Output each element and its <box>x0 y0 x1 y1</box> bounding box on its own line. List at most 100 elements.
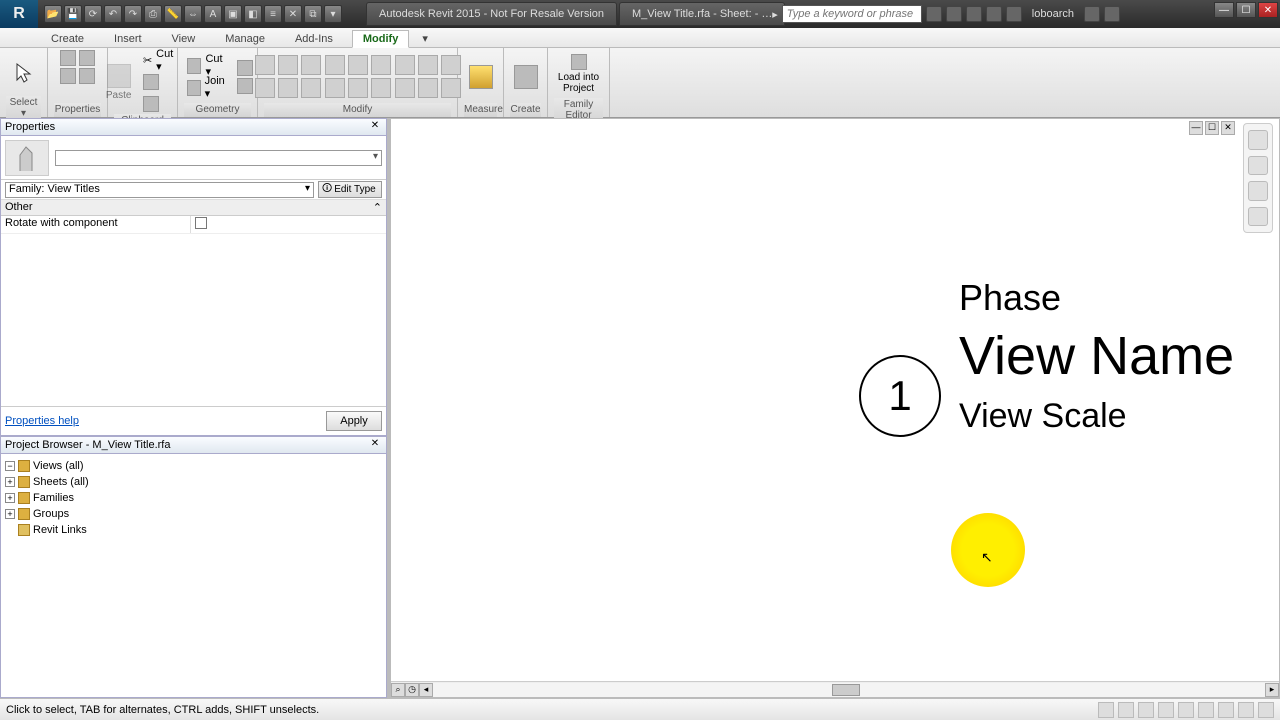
expand-icon[interactable]: − <box>5 461 15 471</box>
family-types-icon[interactable] <box>60 68 76 84</box>
select-links-icon[interactable] <box>1158 702 1174 718</box>
scroll-left-icon[interactable]: ◂ <box>419 683 433 697</box>
editable-only-icon[interactable] <box>1138 702 1154 718</box>
select-underlay-icon[interactable] <box>1178 702 1194 718</box>
create-button[interactable] <box>509 54 543 100</box>
browser-titlebar[interactable]: Project Browser - M_View Title.rfa ✕ <box>0 436 387 454</box>
copy-tool-icon[interactable] <box>278 78 298 98</box>
copy-button[interactable] <box>138 72 182 92</box>
type-dropdown[interactable] <box>55 150 382 166</box>
tab-addins[interactable]: Add-Ins <box>284 30 344 47</box>
minimize-button[interactable]: — <box>1214 2 1234 18</box>
qat-measure-icon[interactable]: 📏 <box>164 5 182 23</box>
tree-views[interactable]: −Views (all) <box>5 458 382 474</box>
vcb-detail-icon[interactable]: ◷ <box>405 683 419 697</box>
qat-section-icon[interactable]: ◧ <box>244 5 262 23</box>
measure-button[interactable] <box>464 54 498 100</box>
view-close-icon[interactable]: ✕ <box>1221 121 1235 135</box>
cut-button[interactable]: ✂Cut ▾ <box>138 50 182 70</box>
qat-text-icon[interactable]: A <box>204 5 222 23</box>
scale-icon[interactable] <box>325 78 345 98</box>
corner-icon[interactable] <box>418 78 438 98</box>
hscroll-track[interactable] <box>433 683 1265 697</box>
expand-icon[interactable]: + <box>5 509 15 519</box>
canvas[interactable]: Phase View Name View Scale 1 ↖ <box>391 119 1279 697</box>
expand-icon[interactable]: + <box>5 477 15 487</box>
tree-families[interactable]: +Families <box>5 490 382 506</box>
favorites-icon[interactable] <box>986 6 1002 22</box>
collapse-icon[interactable]: ⌃ <box>373 201 382 214</box>
browser-close-icon[interactable]: ✕ <box>368 438 382 452</box>
rotate-icon[interactable] <box>301 78 321 98</box>
close-button[interactable]: ✕ <box>1258 2 1278 18</box>
tab-extra-dropdown[interactable]: ▾ <box>417 29 433 47</box>
properties-titlebar[interactable]: Properties ✕ <box>0 118 387 136</box>
unpin-icon[interactable] <box>418 55 438 75</box>
delete-icon[interactable] <box>371 78 391 98</box>
properties-icon[interactable] <box>60 50 76 66</box>
label-view-scale[interactable]: View Scale <box>959 397 1127 436</box>
load-into-project-button[interactable]: Load into Project <box>552 50 606 98</box>
search-icon[interactable] <box>926 6 942 22</box>
apply-button[interactable]: Apply <box>326 411 382 431</box>
detail-number-circle[interactable]: 1 <box>859 355 941 437</box>
extend-icon[interactable] <box>395 78 415 98</box>
mirror-pick-icon[interactable] <box>395 55 415 75</box>
full-nav-wheel-icon[interactable] <box>1248 130 1268 150</box>
view-max-icon[interactable]: ☐ <box>1205 121 1219 135</box>
split-face-icon[interactable] <box>237 78 253 94</box>
tab-modify[interactable]: Modify <box>352 30 409 48</box>
cut-geom-button[interactable]: Cut ▾ <box>182 56 232 76</box>
drag-elements-icon[interactable] <box>1238 702 1254 718</box>
qat-print-icon[interactable]: ⎙ <box>144 5 162 23</box>
qat-redo-icon[interactable]: ↷ <box>124 5 142 23</box>
view-min-icon[interactable]: — <box>1189 121 1203 135</box>
group-other-header[interactable]: Other ⌃ <box>1 200 386 216</box>
orbit-icon[interactable] <box>1248 207 1268 227</box>
properties-help-link[interactable]: Properties help <box>5 415 79 427</box>
application-menu[interactable]: R <box>0 0 38 28</box>
filter-icon[interactable] <box>1258 702 1274 718</box>
move-icon[interactable] <box>255 78 275 98</box>
tab-create[interactable]: Create <box>40 30 95 47</box>
qat-custom-icon[interactable]: ▾ <box>324 5 342 23</box>
exchange-icon[interactable] <box>966 6 982 22</box>
match-button[interactable] <box>138 94 182 114</box>
array-icon[interactable] <box>371 55 391 75</box>
pin-icon[interactable] <box>348 78 368 98</box>
vcb-scale-icon[interactable]: ⌕ <box>391 683 405 697</box>
param-rotate-value[interactable] <box>191 216 386 233</box>
subscription-icon[interactable] <box>946 6 962 22</box>
label-view-name[interactable]: View Name <box>959 325 1234 387</box>
type-selector[interactable] <box>1 136 386 180</box>
tab-manage[interactable]: Manage <box>214 30 276 47</box>
qat-undo-icon[interactable]: ↶ <box>104 5 122 23</box>
doc-tab-file[interactable]: M_View Title.rfa - Sheet: - … <box>619 2 785 26</box>
checkbox-icon[interactable] <box>195 217 207 229</box>
properties-close-icon[interactable]: ✕ <box>368 120 382 134</box>
workset-icon[interactable] <box>1098 702 1114 718</box>
project-units-icon[interactable] <box>79 68 95 84</box>
design-options-icon[interactable] <box>1118 702 1134 718</box>
label-phase[interactable]: Phase <box>959 277 1061 319</box>
qat-switch-icon[interactable]: ⧉ <box>304 5 322 23</box>
doc-tab-app[interactable]: Autodesk Revit 2015 - Not For Resale Ver… <box>366 2 617 26</box>
tab-insert[interactable]: Insert <box>103 30 153 47</box>
trim-icon[interactable] <box>325 55 345 75</box>
qat-3d-icon[interactable]: ▣ <box>224 5 242 23</box>
qat-sync-icon[interactable]: ⟳ <box>84 5 102 23</box>
qat-dim-icon[interactable]: ⇔ <box>184 5 202 23</box>
qat-close-icon[interactable]: ✕ <box>284 5 302 23</box>
tree-groups[interactable]: +Groups <box>5 506 382 522</box>
qat-thin-icon[interactable]: ≡ <box>264 5 282 23</box>
help-icon[interactable] <box>1104 6 1120 22</box>
type-properties-icon[interactable] <box>79 50 95 66</box>
mirror-axis-icon[interactable] <box>301 55 321 75</box>
select-face-icon[interactable] <box>1218 702 1234 718</box>
edit-type-button[interactable]: 🛈Edit Type <box>318 181 382 198</box>
zoom-icon[interactable] <box>1248 156 1268 176</box>
tree-revitlinks[interactable]: Revit Links <box>5 522 382 538</box>
scroll-right-icon[interactable]: ▸ <box>1265 683 1279 697</box>
split-icon[interactable] <box>348 55 368 75</box>
expand-icon[interactable]: + <box>5 493 15 503</box>
